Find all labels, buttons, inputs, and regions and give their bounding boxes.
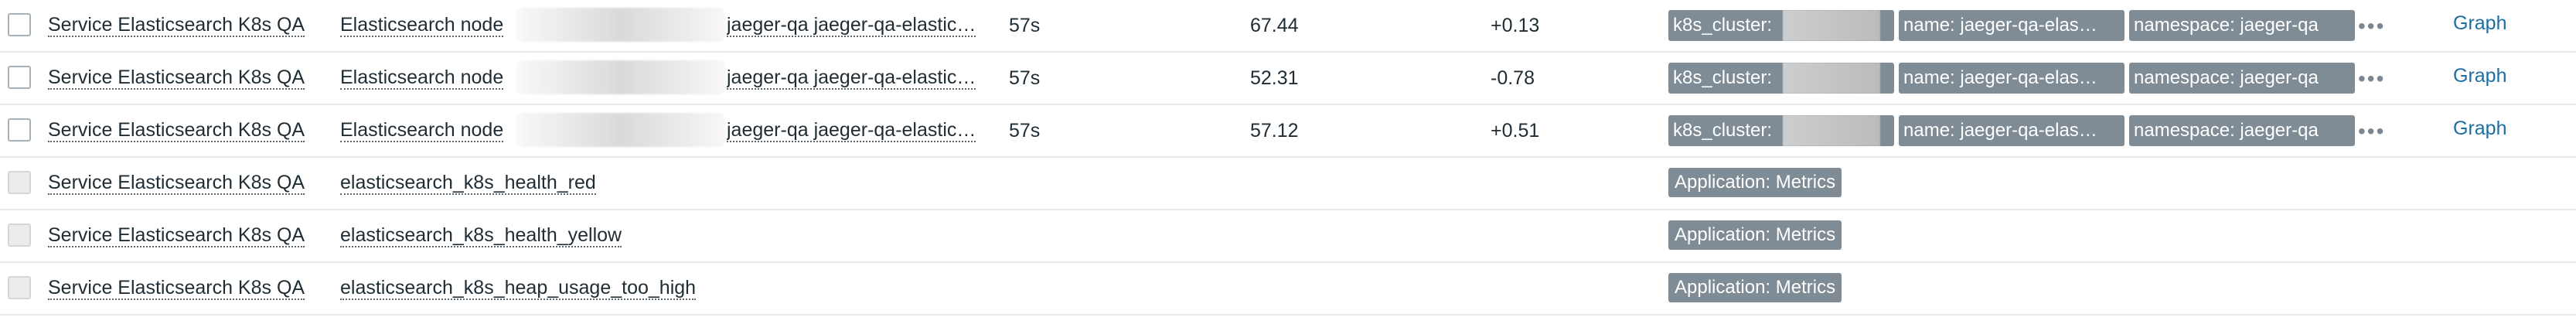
- last-value-cell: 52.31: [1250, 53, 1343, 104]
- change-cell: +0.51: [1491, 105, 1583, 156]
- tag-name: name: jaeger-qa-elas…: [1899, 10, 2125, 41]
- table-row: Service Elasticsearch K8s QA Elasticsear…: [0, 53, 2576, 105]
- table-row: Service Elasticsearch K8s QA Elasticsear…: [0, 105, 2576, 158]
- interval-value: 57s: [1009, 119, 1041, 142]
- name-cell: elasticsearch_k8s_heap_usage_too_high: [340, 263, 742, 314]
- change-value: -0.78: [1491, 67, 1535, 89]
- host-cell: Service Elasticsearch K8s QA: [48, 263, 326, 314]
- tag-value-blur: [1783, 63, 1880, 94]
- item-key-cell: jaeger-qa jaeger-qa-elastic…: [727, 0, 993, 51]
- tags-group: k8s_cluster: name: jaeger-qa-elas… names…: [1668, 113, 2355, 148]
- item-name-link[interactable]: elasticsearch_k8s_heap_usage_too_high: [340, 277, 697, 301]
- tag-label: namespace: jaeger-qa: [2134, 15, 2319, 36]
- tag-k8s-cluster: k8s_cluster:: [1668, 63, 1894, 94]
- more-tags-icon[interactable]: •••: [2358, 15, 2385, 37]
- row-checkbox-disabled: [8, 224, 31, 247]
- tag-label: namespace: jaeger-qa: [2134, 120, 2319, 141]
- name-cell: elasticsearch_k8s_health_red: [340, 158, 742, 209]
- item-name-link[interactable]: Elasticsearch node: [340, 119, 504, 143]
- tag-label: name: jaeger-qa-elas…: [1903, 15, 2097, 36]
- application-tag: Application: Metrics: [1668, 273, 1842, 302]
- interval-cell: 57s: [1009, 0, 1071, 51]
- change-cell: -0.78: [1491, 53, 1583, 104]
- tag-name: name: jaeger-qa-elas…: [1899, 63, 2125, 94]
- interval-value: 57s: [1009, 14, 1041, 36]
- tag-k8s-cluster: k8s_cluster:: [1668, 115, 1894, 146]
- item-key-cell: jaeger-qa jaeger-qa-elastic…: [727, 105, 993, 156]
- item-key-link[interactable]: jaeger-qa jaeger-qa-elastic…: [727, 67, 976, 90]
- item-name-link[interactable]: elasticsearch_k8s_health_red: [340, 172, 596, 196]
- blurred-item-detail: [516, 8, 725, 42]
- last-value: 67.44: [1250, 14, 1299, 36]
- tags-group: k8s_cluster: name: jaeger-qa-elas… names…: [1668, 60, 2355, 96]
- change-value: +0.51: [1491, 119, 1540, 142]
- host-cell: Service Elasticsearch K8s QA: [48, 0, 326, 51]
- item-name-link[interactable]: Elasticsearch node: [340, 14, 504, 38]
- table-row: Service Elasticsearch K8s QA Elasticsear…: [0, 0, 2576, 53]
- tags-group: k8s_cluster: name: jaeger-qa-elas… names…: [1668, 8, 2355, 43]
- change-cell: +0.13: [1491, 0, 1583, 51]
- host-link[interactable]: Service Elasticsearch K8s QA: [48, 14, 305, 38]
- table-row: Service Elasticsearch K8s QA elasticsear…: [0, 263, 2576, 316]
- tag-value-blur: [1783, 115, 1880, 146]
- host-link[interactable]: Service Elasticsearch K8s QA: [48, 67, 305, 90]
- row-checkbox[interactable]: [8, 13, 31, 36]
- graph-link[interactable]: Graph: [2453, 116, 2506, 138]
- last-value-cell: 67.44: [1250, 0, 1343, 51]
- row-checkbox-disabled: [8, 276, 31, 299]
- host-link[interactable]: Service Elasticsearch K8s QA: [48, 172, 305, 196]
- change-value: +0.13: [1491, 14, 1540, 36]
- item-key-link[interactable]: jaeger-qa jaeger-qa-elastic…: [727, 119, 976, 143]
- item-name-link[interactable]: Elasticsearch node: [340, 67, 504, 90]
- row-checkbox-disabled: [8, 171, 31, 194]
- tag-namespace: namespace: jaeger-qa: [2129, 63, 2355, 94]
- row-checkbox[interactable]: [8, 118, 31, 142]
- tag-label: namespace: jaeger-qa: [2134, 67, 2319, 88]
- tag-namespace: namespace: jaeger-qa: [2129, 115, 2355, 146]
- host-cell: Service Elasticsearch K8s QA: [48, 53, 326, 104]
- application-tag: Application: Metrics: [1668, 220, 1842, 250]
- item-key-link[interactable]: jaeger-qa jaeger-qa-elastic…: [727, 14, 976, 38]
- row-checkbox[interactable]: [8, 66, 31, 89]
- table-row: Service Elasticsearch K8s QA elasticsear…: [0, 210, 2576, 263]
- host-cell: Service Elasticsearch K8s QA: [48, 210, 326, 261]
- host-link[interactable]: Service Elasticsearch K8s QA: [48, 224, 305, 248]
- interval-cell: 57s: [1009, 53, 1071, 104]
- tag-k8s-cluster: k8s_cluster:: [1668, 10, 1894, 41]
- name-cell: elasticsearch_k8s_health_yellow: [340, 210, 742, 261]
- graph-link[interactable]: Graph: [2453, 63, 2506, 86]
- last-value-cell: 57.12: [1250, 105, 1343, 156]
- last-value: 57.12: [1250, 119, 1299, 142]
- host-link[interactable]: Service Elasticsearch K8s QA: [48, 119, 305, 143]
- tag-namespace: namespace: jaeger-qa: [2129, 10, 2355, 41]
- item-name-link[interactable]: elasticsearch_k8s_health_yellow: [340, 224, 622, 248]
- tag-label: k8s_cluster:: [1673, 67, 1773, 88]
- interval-cell: 57s: [1009, 105, 1071, 156]
- tag-label: k8s_cluster:: [1673, 120, 1773, 141]
- blurred-item-detail: [516, 113, 725, 147]
- tag-label: k8s_cluster:: [1673, 15, 1773, 36]
- more-tags-icon[interactable]: •••: [2358, 68, 2385, 90]
- graph-link[interactable]: Graph: [2453, 11, 2506, 33]
- more-tags-icon[interactable]: •••: [2358, 121, 2385, 142]
- tag-value-blur: [1783, 10, 1880, 41]
- tag-name: name: jaeger-qa-elas…: [1899, 115, 2125, 146]
- interval-value: 57s: [1009, 67, 1041, 89]
- application-tag: Application: Metrics: [1668, 168, 1842, 197]
- items-table: Service Elasticsearch K8s QA Elasticsear…: [0, 0, 2576, 316]
- last-value: 52.31: [1250, 67, 1299, 89]
- tag-label: name: jaeger-qa-elas…: [1903, 67, 2097, 88]
- tag-label: name: jaeger-qa-elas…: [1903, 120, 2097, 141]
- host-link[interactable]: Service Elasticsearch K8s QA: [48, 277, 305, 301]
- host-cell: Service Elasticsearch K8s QA: [48, 105, 326, 156]
- table-row: Service Elasticsearch K8s QA elasticsear…: [0, 158, 2576, 210]
- item-key-cell: jaeger-qa jaeger-qa-elastic…: [727, 53, 993, 104]
- blurred-item-detail: [516, 60, 725, 94]
- host-cell: Service Elasticsearch K8s QA: [48, 158, 326, 209]
